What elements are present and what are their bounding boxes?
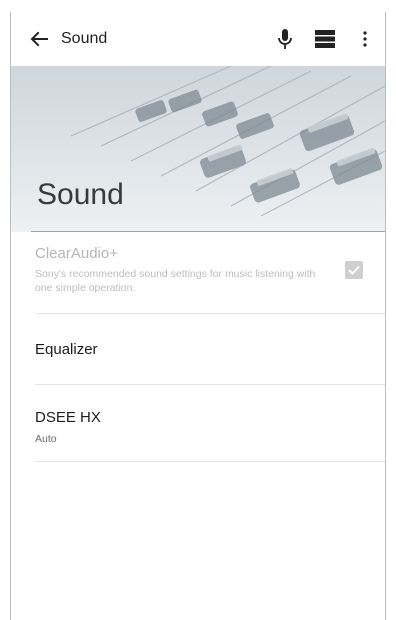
dsee-hx-setting-content: DSEE HX Auto [35, 384, 385, 462]
clearaudio-title: ClearAudio+ [35, 245, 118, 262]
equalizer-title: Equalizer [35, 341, 98, 358]
equalizer-setting[interactable]: Equalizer [11, 313, 385, 385]
microphone-icon [278, 29, 292, 49]
app-bar-title: Sound [61, 30, 108, 47]
header-divider [31, 231, 385, 232]
checkmark-icon [348, 265, 360, 275]
overflow-menu-button[interactable] [345, 12, 385, 66]
back-arrow-icon [30, 31, 48, 47]
app-bar: Sound [11, 12, 385, 66]
clearaudio-checkbox[interactable] [345, 261, 363, 279]
layout-icon [315, 30, 335, 48]
clearaudio-setting[interactable]: ClearAudio+ Sony's recommended sound set… [11, 233, 385, 314]
settings-screen: Sound Sound ClearAudio+ Sony's recommend… [10, 12, 386, 620]
more-vert-icon [363, 31, 367, 47]
layout-button[interactable] [305, 12, 345, 66]
header-banner: Sound [11, 66, 385, 232]
clearaudio-description: Sony's recommended sound settings for mu… [35, 268, 316, 294]
dsee-hx-setting[interactable]: DSEE HX Auto [11, 384, 385, 462]
dsee-hx-value: Auto [35, 433, 57, 445]
back-button[interactable] [17, 12, 61, 66]
equalizer-setting-content: Equalizer [35, 313, 385, 385]
page-title: Sound [37, 178, 124, 211]
clearaudio-setting-content: ClearAudio+ Sony's recommended sound set… [35, 233, 385, 314]
dsee-hx-title: DSEE HX [35, 409, 101, 426]
voice-search-button[interactable] [265, 12, 305, 66]
